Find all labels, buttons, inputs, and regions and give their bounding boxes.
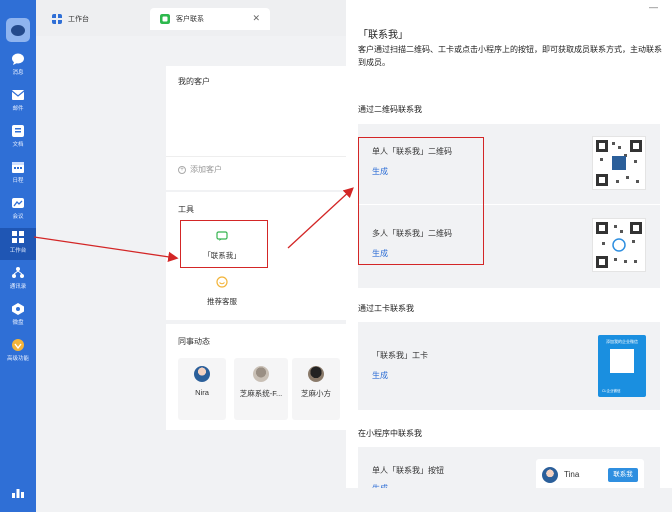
nav-label: 邮件 xyxy=(12,106,24,112)
tab-bar: 工作台 客户联系 ✕ xyxy=(36,0,346,36)
chat-bubble-icon xyxy=(12,53,24,65)
nav-item-workbench[interactable]: 工作台 xyxy=(0,228,36,260)
avatar xyxy=(194,366,210,382)
work-card-preview: 添加我的企业微信 CL企业微信 xyxy=(598,335,646,397)
section-title-card: 通过工卡联系我 xyxy=(358,304,414,313)
row-label: 单人「联系我」按钮 xyxy=(372,466,444,475)
add-customer-label: 添加客户 xyxy=(190,165,222,174)
avatar xyxy=(308,366,324,382)
plus-icon: + xyxy=(178,165,186,174)
preview-name: Tina xyxy=(564,470,580,479)
section-title-qr: 通过二维码联系我 xyxy=(358,105,422,114)
contact-me-button[interactable]: 联系我 xyxy=(608,468,638,482)
calendar-icon xyxy=(12,162,24,173)
card-title: 我的客户 xyxy=(178,77,210,86)
qr-code-icon xyxy=(610,349,634,373)
panel-description: 客户通过扫描二维码、工卡或点击小程序上的按钮，即可获取成员联系方式，主动联系到成… xyxy=(358,45,662,67)
card-text: 添加我的企业微信 xyxy=(606,339,638,344)
colleague-activity-card: 同事动态 Nira 芝麻系统-F... 芝麻小方 xyxy=(166,324,346,430)
tab-workbench[interactable]: 工作台 xyxy=(42,8,142,30)
divider xyxy=(166,156,346,157)
user-avatar[interactable] xyxy=(6,18,30,42)
add-customer-link[interactable]: + 添加客户 xyxy=(178,164,222,175)
multi-qr-code xyxy=(592,218,646,272)
nav-label: 微盘 xyxy=(12,320,24,326)
grid-icon xyxy=(12,231,24,243)
tab-label: 工作台 xyxy=(68,16,89,23)
premium-icon xyxy=(12,339,24,351)
grid-icon xyxy=(52,14,62,24)
tool-recommend-service[interactable]: 推荐客服 xyxy=(182,276,262,307)
nav-item-mail[interactable]: 邮件 xyxy=(0,86,36,118)
customer-service-icon xyxy=(216,276,228,288)
customer-contact-icon xyxy=(160,14,170,24)
tab-customer-contact[interactable]: 客户联系 ✕ xyxy=(150,8,270,30)
nav-item-messages[interactable]: 消息 xyxy=(0,50,36,82)
mini-program-section: 单人「联系我」按钮 生成 Tina 联系我 xyxy=(358,447,660,488)
colleague-item[interactable]: 芝麻小方 xyxy=(292,358,340,420)
nav-label: 会议 xyxy=(12,214,24,220)
left-nav: 消息 邮件 文档 日程 会议 工作台 通讯录 微盘 高级功能 xyxy=(0,0,36,512)
colleague-name: 芝麻小方 xyxy=(301,389,331,398)
mail-icon xyxy=(11,90,25,100)
bottom-strip xyxy=(36,488,672,512)
colleague-item[interactable]: Nira xyxy=(178,358,226,420)
close-tab-icon[interactable]: ✕ xyxy=(252,13,260,24)
mini-program-preview: Tina 联系我 xyxy=(536,459,644,488)
my-customers-card: 我的客户 + 添加客户 xyxy=(166,66,346,190)
contacts-icon xyxy=(12,267,24,278)
card-footer: CL企业微信 xyxy=(602,389,621,393)
nav-item-meeting[interactable]: 会议 xyxy=(0,194,36,226)
nav-item-premium[interactable]: 高级功能 xyxy=(0,336,36,368)
card-section: 「联系我」工卡 生成 添加我的企业微信 CL企业微信 xyxy=(358,322,660,410)
document-icon xyxy=(12,125,24,137)
colleague-name: Nira xyxy=(195,388,209,397)
nav-label: 消息 xyxy=(12,70,24,76)
panel-title: 「联系我」 xyxy=(358,30,408,41)
avatar xyxy=(542,467,558,483)
minimize-icon[interactable]: — xyxy=(649,2,658,12)
section-title-mini-program: 在小程序中联系我 xyxy=(358,429,422,438)
nav-label: 日程 xyxy=(12,178,24,184)
row-label: 「联系我」工卡 xyxy=(372,351,428,360)
card-title: 同事动态 xyxy=(178,337,210,346)
nav-item-drive[interactable]: 微盘 xyxy=(0,300,36,332)
tool-label: 推荐客服 xyxy=(207,297,237,306)
workbench-content: 我的客户 + 添加客户 工具 「联系我」 推荐客服 同事动态 Nira 芝麻系统… xyxy=(36,36,346,512)
more-apps-icon[interactable] xyxy=(12,488,24,498)
card-title: 工具 xyxy=(178,205,194,214)
avatar xyxy=(253,366,269,382)
nav-label: 工作台 xyxy=(9,248,27,254)
meeting-icon xyxy=(12,198,24,208)
nav-item-contacts[interactable]: 通讯录 xyxy=(0,264,36,296)
qr-code-icon xyxy=(596,222,642,268)
nav-label: 文档 xyxy=(12,142,24,148)
tab-label: 客户联系 xyxy=(176,16,204,23)
colleague-item[interactable]: 芝麻系统-F... xyxy=(234,358,288,420)
nav-item-calendar[interactable]: 日程 xyxy=(0,158,36,190)
colleague-name: 芝麻系统-F... xyxy=(239,389,283,398)
generate-card-link[interactable]: 生成 xyxy=(372,370,388,381)
nav-label: 通讯录 xyxy=(9,284,27,290)
highlight-box-contact-me xyxy=(180,220,268,268)
generate-button-link[interactable]: 生成 xyxy=(372,483,388,488)
single-qr-code xyxy=(592,136,646,190)
nav-label: 高级功能 xyxy=(6,356,29,362)
drive-icon xyxy=(12,303,24,315)
nav-item-docs[interactable]: 文档 xyxy=(0,122,36,154)
qr-code-icon xyxy=(596,140,642,186)
highlight-box-qr xyxy=(358,137,484,265)
contact-me-panel: — 「联系我」 客户通过扫描二维码、工卡或点击小程序上的按钮，即可获取成员联系方… xyxy=(346,0,672,488)
